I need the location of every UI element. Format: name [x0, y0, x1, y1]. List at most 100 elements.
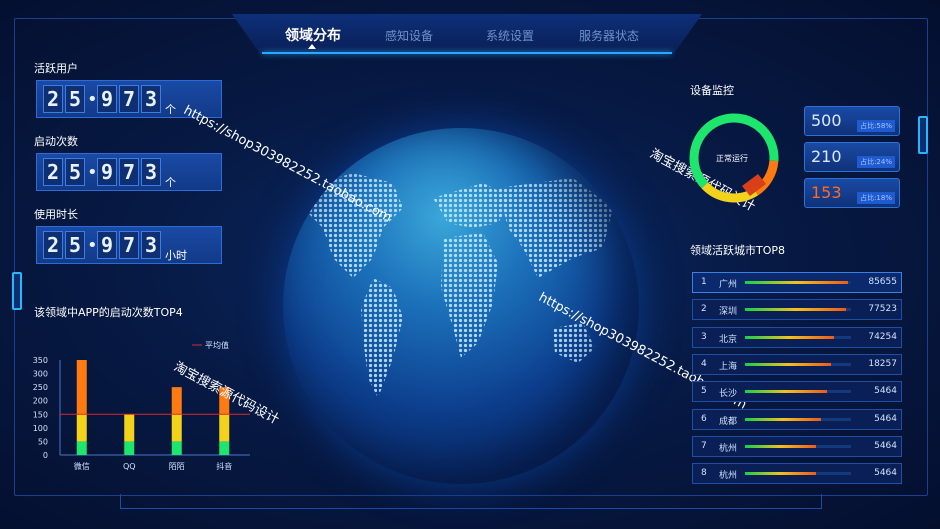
y-tick-label: 150	[33, 410, 48, 419]
active-tab-caret-icon	[308, 44, 316, 49]
rank-number: 2	[701, 304, 707, 315]
rank-row[interactable]: 1 广州 85655	[692, 272, 902, 293]
metric-unit: 个	[165, 176, 176, 189]
top-nav: 领域分布 感知设备 系统设置 服务器状态	[232, 14, 702, 54]
rank-number: 4	[701, 358, 707, 369]
digit: 7	[119, 231, 139, 259]
legend-value: 210	[811, 147, 842, 166]
rank-score: 5464	[874, 440, 897, 451]
chart-title: 该领域中APP的启动次数TOP4	[34, 306, 183, 319]
rank-row[interactable]: 8 杭州 5464	[692, 463, 902, 485]
legend-box-warning: 210 占比:24%	[804, 142, 900, 172]
separator-dot: •	[87, 161, 98, 183]
nav-tab-server-status[interactable]: 服务器状态	[579, 27, 639, 44]
rank-bar-track	[745, 444, 851, 448]
rank-row[interactable]: 4 上海 18257	[692, 353, 902, 375]
rank-row[interactable]: 7 杭州 5464	[692, 435, 902, 457]
top-nav-underline	[262, 52, 672, 54]
legend-value: 153	[811, 183, 842, 202]
rank-number: 6	[701, 413, 707, 424]
digit: 9	[97, 85, 117, 113]
bottom-frame	[120, 494, 822, 509]
rank-number: 8	[701, 468, 707, 479]
rank-bar-track	[745, 472, 851, 476]
metric-unit: 小时	[165, 249, 187, 262]
left-side-tab[interactable]	[12, 272, 22, 310]
y-tick-label: 250	[33, 383, 48, 392]
rank-row[interactable]: 3 北京 74254	[692, 326, 902, 348]
rank-bar-track	[745, 281, 851, 284]
rank-bar-fill	[745, 281, 848, 284]
metric-unit: 个	[165, 103, 176, 116]
rank-bar-track	[745, 417, 851, 421]
counter-launch-count: 2 5 • 9 7 3	[36, 153, 222, 191]
rank-city: 杭州	[719, 471, 738, 482]
rank-bar-fill	[745, 417, 822, 421]
monitor-title: 设备监控	[690, 84, 734, 97]
nav-tab-domain[interactable]: 领域分布	[285, 25, 341, 45]
digit: 3	[141, 158, 161, 186]
rank-score: 5464	[874, 468, 897, 479]
digit: 2	[43, 231, 63, 259]
x-tick-label: 微信	[74, 461, 90, 471]
y-tick-label: 350	[33, 356, 48, 365]
bar-segment	[171, 414, 182, 442]
digit: 5	[65, 231, 85, 259]
rank-city: 深圳	[719, 307, 738, 318]
digit: 3	[141, 85, 161, 113]
rank-bar-track	[745, 308, 851, 312]
digit: 5	[65, 85, 85, 113]
rank-number: 3	[701, 331, 707, 342]
y-tick-label: 200	[33, 397, 48, 406]
rank-score: 5464	[874, 386, 897, 397]
legend-percent: 占比:18%	[857, 192, 895, 204]
rank-score: 74254	[868, 331, 897, 342]
rank-city: 广州	[719, 280, 738, 290]
digit: 7	[119, 85, 139, 113]
rank-number: 5	[701, 386, 707, 397]
rank-bar-track	[745, 390, 851, 394]
digit: 2	[43, 158, 63, 186]
gauge-green-arc	[689, 113, 779, 189]
digit: 5	[65, 158, 85, 186]
bar-segment	[76, 414, 87, 442]
bar-segment	[171, 387, 182, 415]
digit: 7	[119, 158, 139, 186]
legend-percent: 占比:58%	[857, 120, 895, 132]
legend-label: 平均值	[205, 340, 229, 350]
rank-number: 7	[701, 440, 707, 451]
x-tick-label: 陌陌	[169, 462, 185, 471]
rank-bar-track	[745, 362, 851, 366]
rank-bar-fill	[745, 390, 827, 394]
legend-value: 500	[811, 111, 842, 130]
legend-percent: 占比:24%	[857, 156, 895, 168]
nav-tab-devices[interactable]: 感知设备	[385, 27, 433, 44]
rank-score: 18257	[868, 358, 897, 369]
rank-score: 77523	[868, 304, 897, 315]
y-tick-label: 0	[43, 451, 48, 460]
rank-row[interactable]: 2 深圳 77523	[692, 299, 902, 321]
bar-segment	[171, 441, 182, 455]
rank-row[interactable]: 5 长沙 5464	[692, 381, 902, 403]
digit: 9	[97, 158, 117, 186]
y-tick-label: 50	[38, 437, 48, 446]
bar-segment	[219, 414, 230, 442]
metric-label-usage-time: 使用时长	[34, 208, 78, 221]
legend-box-fault: 153 占比:18%	[804, 178, 900, 208]
rank-row[interactable]: 6 成都 5464	[692, 408, 902, 430]
rank-city: 长沙	[719, 389, 738, 400]
metric-label-active-users: 活跃用户	[34, 62, 78, 75]
right-side-tab[interactable]	[918, 116, 928, 154]
digit: 2	[43, 85, 63, 113]
digit: 3	[141, 231, 161, 259]
legend-box-normal: 500 占比:58%	[804, 106, 900, 136]
bar-chart-svg: 0 50 100 150 200 250 300 350 微信 QQ 陌陌 抖音 平均值	[33, 340, 250, 471]
bar-segment	[124, 441, 135, 455]
bar-segment	[76, 360, 87, 415]
rank-score: 85655	[868, 277, 897, 287]
metric-label-launch-count: 启动次数	[34, 135, 78, 148]
x-tick-label: QQ	[123, 462, 136, 471]
nav-tab-settings[interactable]: 系统设置	[486, 27, 534, 44]
rank-bar-fill	[745, 308, 846, 312]
rank-city: 成都	[719, 416, 738, 427]
